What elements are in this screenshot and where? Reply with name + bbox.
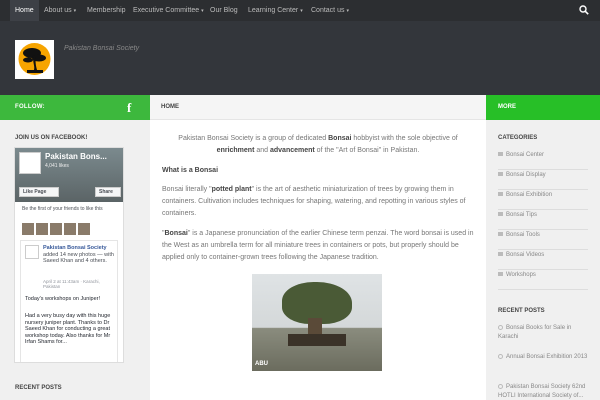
recent-post-link[interactable]: Pakistan Bonsai Society 62nd HOTLI Inter… bbox=[498, 383, 592, 400]
facebook-post-header: Pakistan Bonsai Society added 14 new pho… bbox=[43, 245, 115, 265]
nav-contact-us[interactable]: Contact us ▾ bbox=[311, 0, 349, 21]
category-item[interactable]: Bonsai Tools bbox=[498, 230, 588, 250]
site-logo[interactable] bbox=[15, 40, 54, 79]
category-item[interactable]: Bonsai Center bbox=[498, 150, 588, 170]
search-icon[interactable] bbox=[579, 5, 589, 15]
intro-paragraph: Pakistan Bonsai Society is a group of de… bbox=[178, 135, 458, 154]
nav-home[interactable]: Home bbox=[10, 0, 39, 21]
categories-title: CATEGORIES bbox=[498, 135, 538, 141]
recent-posts-title: RECENT POSTS bbox=[15, 385, 62, 391]
folder-icon bbox=[498, 152, 503, 157]
site-header: Pakistan Bonsai Society bbox=[0, 21, 600, 95]
main-content: HOME Pakistan Bonsai Society is a group … bbox=[150, 95, 486, 400]
nav-membership[interactable]: Membership bbox=[87, 0, 126, 21]
follow-label: FOLLOW: bbox=[15, 104, 45, 110]
recent-post-link[interactable]: Bonsai Books for Sale in Karachi bbox=[498, 324, 592, 342]
avatar[interactable] bbox=[50, 223, 62, 235]
chevron-down-icon: ▾ bbox=[201, 8, 204, 14]
top-navigation: Home About us ▾ Membership Executive Comm… bbox=[0, 0, 600, 21]
facebook-post-action: added 14 new photos — with Saeed Khan an… bbox=[43, 251, 114, 265]
bonsai-pot bbox=[288, 334, 346, 346]
clock-icon bbox=[498, 383, 503, 389]
facebook-cover[interactable]: Pakistan Bons... 4,041 likes Like Page S… bbox=[15, 148, 123, 202]
category-item[interactable]: Workshops bbox=[498, 270, 588, 290]
facebook-post-title: Today's workshops on Juniper! bbox=[25, 296, 101, 302]
facebook-page-widget: Pakistan Bons... 4,041 likes Like Page S… bbox=[14, 147, 124, 363]
nav-executive-committee[interactable]: Executive Committee ▾ bbox=[133, 0, 204, 21]
follow-bar: FOLLOW: f bbox=[0, 95, 150, 120]
facebook-page-name[interactable]: Pakistan Bons... bbox=[45, 152, 107, 161]
chevron-down-icon: ▾ bbox=[73, 8, 77, 14]
definition-paragraph: Bonsai literally "potted plant" is the a… bbox=[162, 186, 466, 217]
nav-our-blog[interactable]: Our Blog bbox=[210, 0, 238, 21]
facebook-post-body: Had a very busy day with this huge nurse… bbox=[25, 313, 111, 345]
recent-posts-title: RECENT POSTS bbox=[498, 308, 545, 314]
facebook-friend-faces bbox=[22, 222, 92, 235]
nav-learning-center[interactable]: Learning Center ▾ bbox=[248, 0, 303, 21]
folder-icon bbox=[498, 192, 503, 197]
more-bar: MORE bbox=[486, 95, 600, 120]
etymology-paragraph: "Bonsai" is a Japanese pronunciation of … bbox=[162, 230, 474, 261]
recent-post-link[interactable]: Annual Bonsai Exhibition 2013 bbox=[498, 353, 592, 362]
category-item[interactable]: Bonsai Tips bbox=[498, 210, 588, 230]
chevron-down-icon: ▾ bbox=[346, 8, 349, 14]
facebook-friends-text: Be the first of your friends to like thi… bbox=[22, 206, 103, 212]
folder-icon bbox=[498, 232, 503, 237]
facebook-likes-count: 4,041 likes bbox=[45, 163, 69, 169]
clock-icon bbox=[498, 353, 503, 359]
right-sidebar: MORE CATEGORIES Bonsai Center Bonsai Dis… bbox=[486, 95, 600, 400]
like-label: Like Page bbox=[23, 189, 47, 195]
facebook-post-avatar[interactable] bbox=[25, 245, 39, 259]
folder-icon bbox=[498, 252, 503, 257]
facebook-share-button[interactable]: Share bbox=[95, 187, 121, 197]
breadcrumb: HOME bbox=[150, 95, 486, 120]
folder-icon bbox=[498, 272, 503, 277]
page-title: HOME bbox=[161, 104, 179, 110]
clock-icon bbox=[498, 324, 503, 330]
facebook-page-avatar[interactable] bbox=[19, 152, 41, 174]
left-sidebar: FOLLOW: f JOIN US ON FACEBOOK! Pakistan … bbox=[0, 95, 150, 400]
folder-icon bbox=[498, 212, 503, 217]
category-item[interactable]: Bonsai Exhibition bbox=[498, 190, 588, 210]
avatar[interactable] bbox=[64, 223, 76, 235]
share-label: Share bbox=[99, 189, 113, 195]
category-item[interactable]: Bonsai Display bbox=[498, 170, 588, 190]
facebook-icon[interactable]: f bbox=[127, 100, 131, 116]
nav-about-us[interactable]: About us ▾ bbox=[44, 0, 76, 21]
facebook-like-button[interactable]: Like Page bbox=[19, 187, 59, 197]
chevron-down-icon: ▾ bbox=[300, 8, 303, 14]
avatar[interactable] bbox=[22, 223, 34, 235]
join-facebook-title: JOIN US ON FACEBOOK! bbox=[15, 135, 88, 141]
photo-watermark: ABU bbox=[255, 361, 268, 367]
section-heading: What is a Bonsai bbox=[162, 167, 219, 174]
bonsai-logo-icon bbox=[18, 43, 51, 75]
category-item[interactable]: Bonsai Videos bbox=[498, 250, 588, 270]
avatar[interactable] bbox=[36, 223, 48, 235]
more-label: MORE bbox=[498, 104, 516, 110]
bonsai-photo: ABU bbox=[252, 274, 382, 371]
facebook-post-time[interactable]: April 2 at 11:43am · Karachi, Pakistan bbox=[43, 279, 113, 289]
site-tagline: Pakistan Bonsai Society bbox=[64, 45, 140, 52]
facebook-post: Pakistan Bonsai Society added 14 new pho… bbox=[20, 240, 118, 362]
avatar[interactable] bbox=[78, 223, 90, 235]
folder-icon bbox=[498, 172, 503, 177]
facebook-post-author[interactable]: Pakistan Bonsai Society bbox=[43, 245, 107, 251]
